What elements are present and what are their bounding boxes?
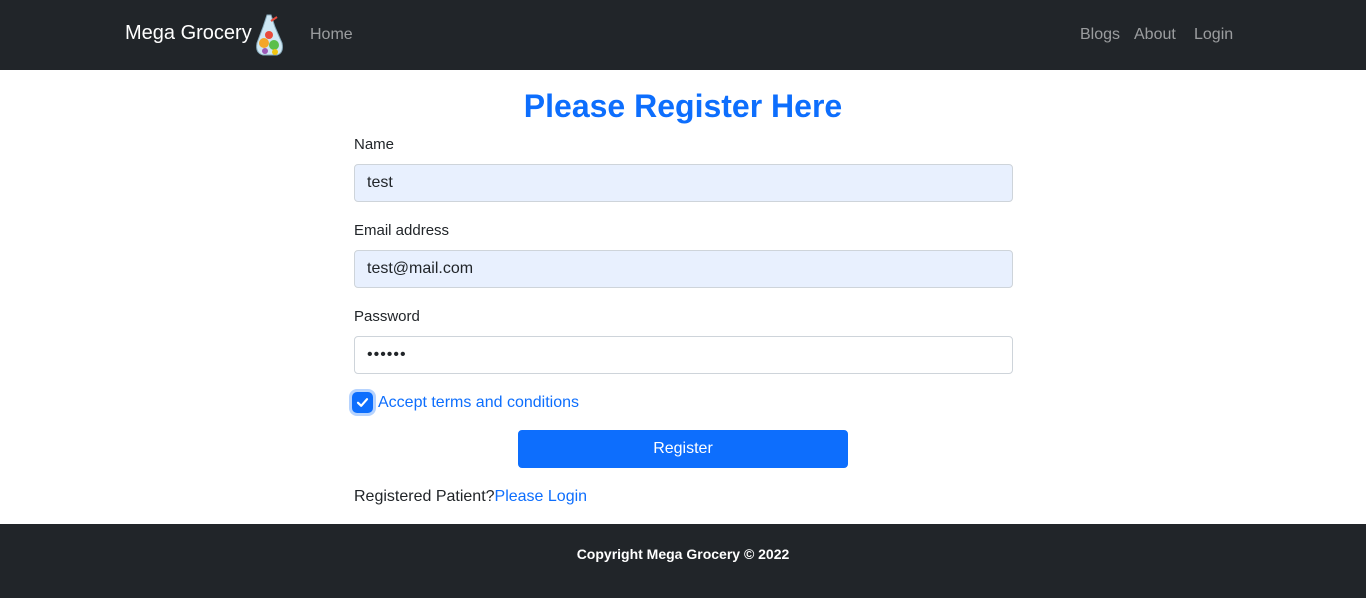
registered-prompt-text: Registered Patient? bbox=[354, 488, 495, 505]
login-link[interactable]: Please Login bbox=[495, 488, 588, 505]
email-label: Email address bbox=[354, 222, 450, 239]
nav-about-link[interactable]: About bbox=[1134, 25, 1176, 45]
nav-login-link[interactable]: Login bbox=[1194, 25, 1233, 45]
email-input[interactable] bbox=[354, 250, 1013, 288]
nav-home-link[interactable]: Home bbox=[310, 25, 353, 45]
register-button[interactable]: Register bbox=[518, 430, 848, 468]
registered-prompt: Registered Patient?Please Login bbox=[354, 487, 587, 507]
name-label: Name bbox=[354, 136, 395, 153]
footer: Copyright Mega Grocery © 2022 bbox=[0, 524, 1366, 598]
terms-checkbox[interactable] bbox=[352, 392, 373, 413]
terms-label[interactable]: Accept terms and conditions bbox=[378, 393, 579, 413]
top-navbar: Mega Grocery Home Blogs About Login bbox=[0, 0, 1366, 70]
password-input[interactable] bbox=[354, 336, 1013, 374]
grocery-bag-logo-icon[interactable] bbox=[253, 13, 285, 57]
password-label: Password bbox=[354, 308, 420, 325]
page-title: Please Register Here bbox=[523, 88, 843, 124]
checkmark-icon bbox=[356, 398, 369, 407]
name-input[interactable] bbox=[354, 164, 1013, 202]
nav-blogs-link[interactable]: Blogs bbox=[1080, 25, 1120, 45]
copyright-text: Copyright Mega Grocery © 2022 bbox=[576, 546, 790, 562]
brand-link[interactable]: Mega Grocery bbox=[125, 21, 252, 45]
